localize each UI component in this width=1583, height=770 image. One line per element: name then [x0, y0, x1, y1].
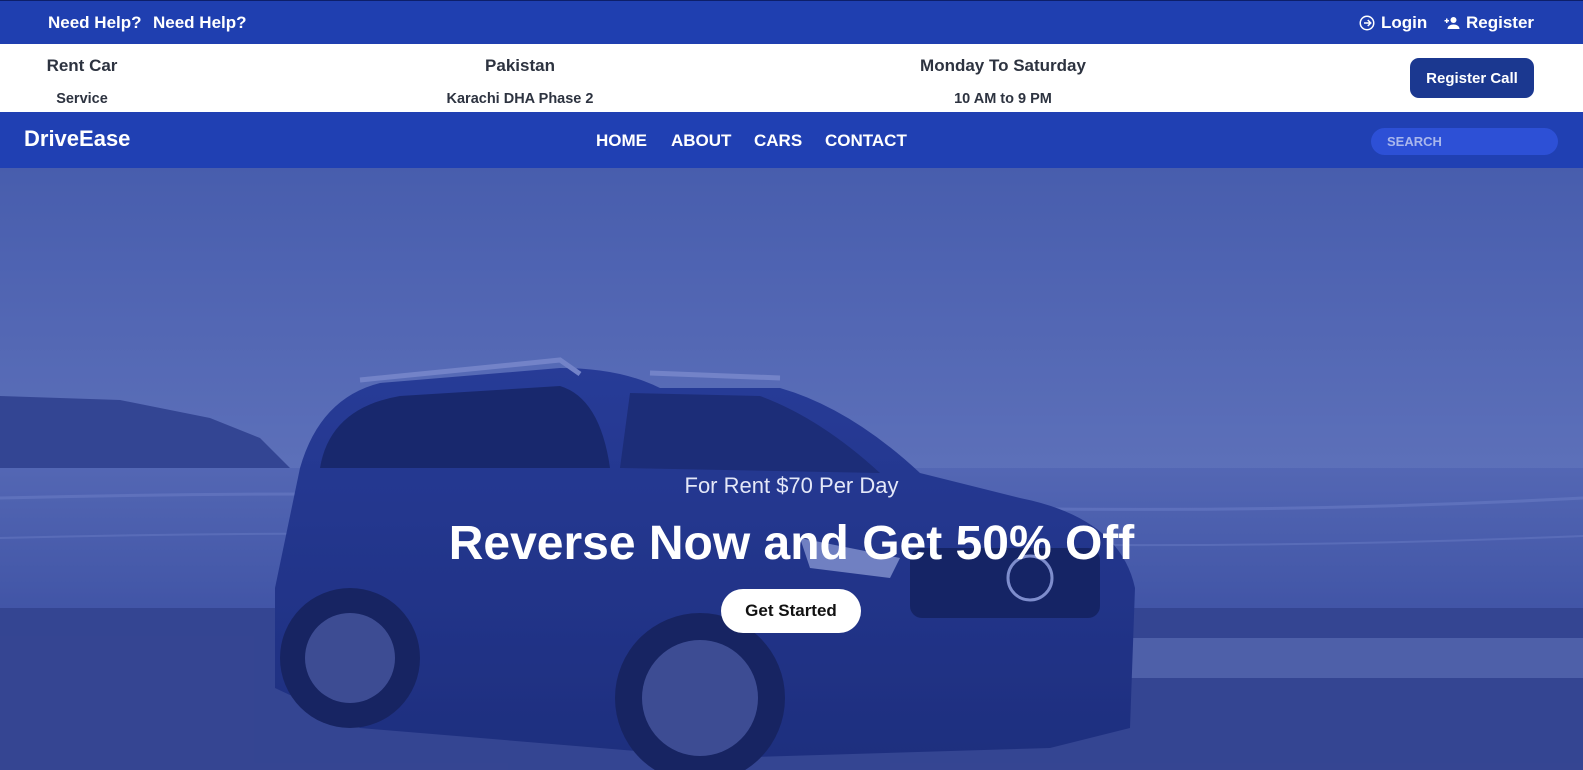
info-location-subtitle: Karachi DHA Phase 2	[446, 91, 594, 107]
info-hours-subtitle: 10 AM to 9 PM	[954, 91, 1052, 107]
info-service-title: Rent Car	[46, 56, 118, 75]
hero-subtitle: For Rent $70 Per Day	[684, 473, 899, 498]
nav-contact[interactable]: CONTACT	[825, 131, 907, 151]
info-location-title: Pakistan	[485, 56, 555, 75]
info-hours-title: Monday To Saturday	[920, 56, 1086, 75]
hero-title: Reverse Now and Get 50% Off	[448, 517, 1135, 570]
brand-logo[interactable]: DriveEase	[24, 126, 130, 152]
nav-about[interactable]: ABOUT	[671, 131, 731, 151]
hero-overlay	[0, 168, 1583, 770]
info-hours: Monday To Saturday 10 AM to 9 PM	[893, 56, 1113, 107]
login-icon	[1359, 15, 1375, 31]
login-label: Login	[1381, 13, 1428, 32]
main-navbar: DriveEase HOME ABOUT CARS CONTACT	[0, 112, 1583, 168]
info-location: Pakistan Karachi DHA Phase 2	[420, 56, 620, 107]
register-call-button[interactable]: Register Call	[1410, 58, 1534, 98]
hero-section: For Rent $70 Per Day Reverse Now and Get…	[0, 168, 1583, 770]
info-bar: Rent Car Service Pakistan Karachi DHA Ph…	[0, 44, 1583, 112]
person-add-icon	[1444, 17, 1460, 29]
register-label: Register	[1466, 13, 1535, 32]
get-started-button[interactable]: Get Started	[721, 589, 861, 633]
info-service: Rent Car Service	[22, 56, 142, 107]
need-help-link[interactable]: Need Help?	[48, 13, 142, 33]
login-link[interactable]: Login	[1358, 13, 1427, 33]
info-service-subtitle: Service	[56, 91, 108, 107]
register-link[interactable]: Register	[1443, 13, 1534, 33]
need-help-link-2[interactable]: Need Help?	[153, 13, 247, 33]
top-bar: Need Help? Need Help? Login Register	[0, 0, 1583, 44]
nav-home[interactable]: HOME	[596, 131, 647, 151]
nav-cars[interactable]: CARS	[754, 131, 802, 151]
search-input[interactable]	[1371, 128, 1558, 155]
